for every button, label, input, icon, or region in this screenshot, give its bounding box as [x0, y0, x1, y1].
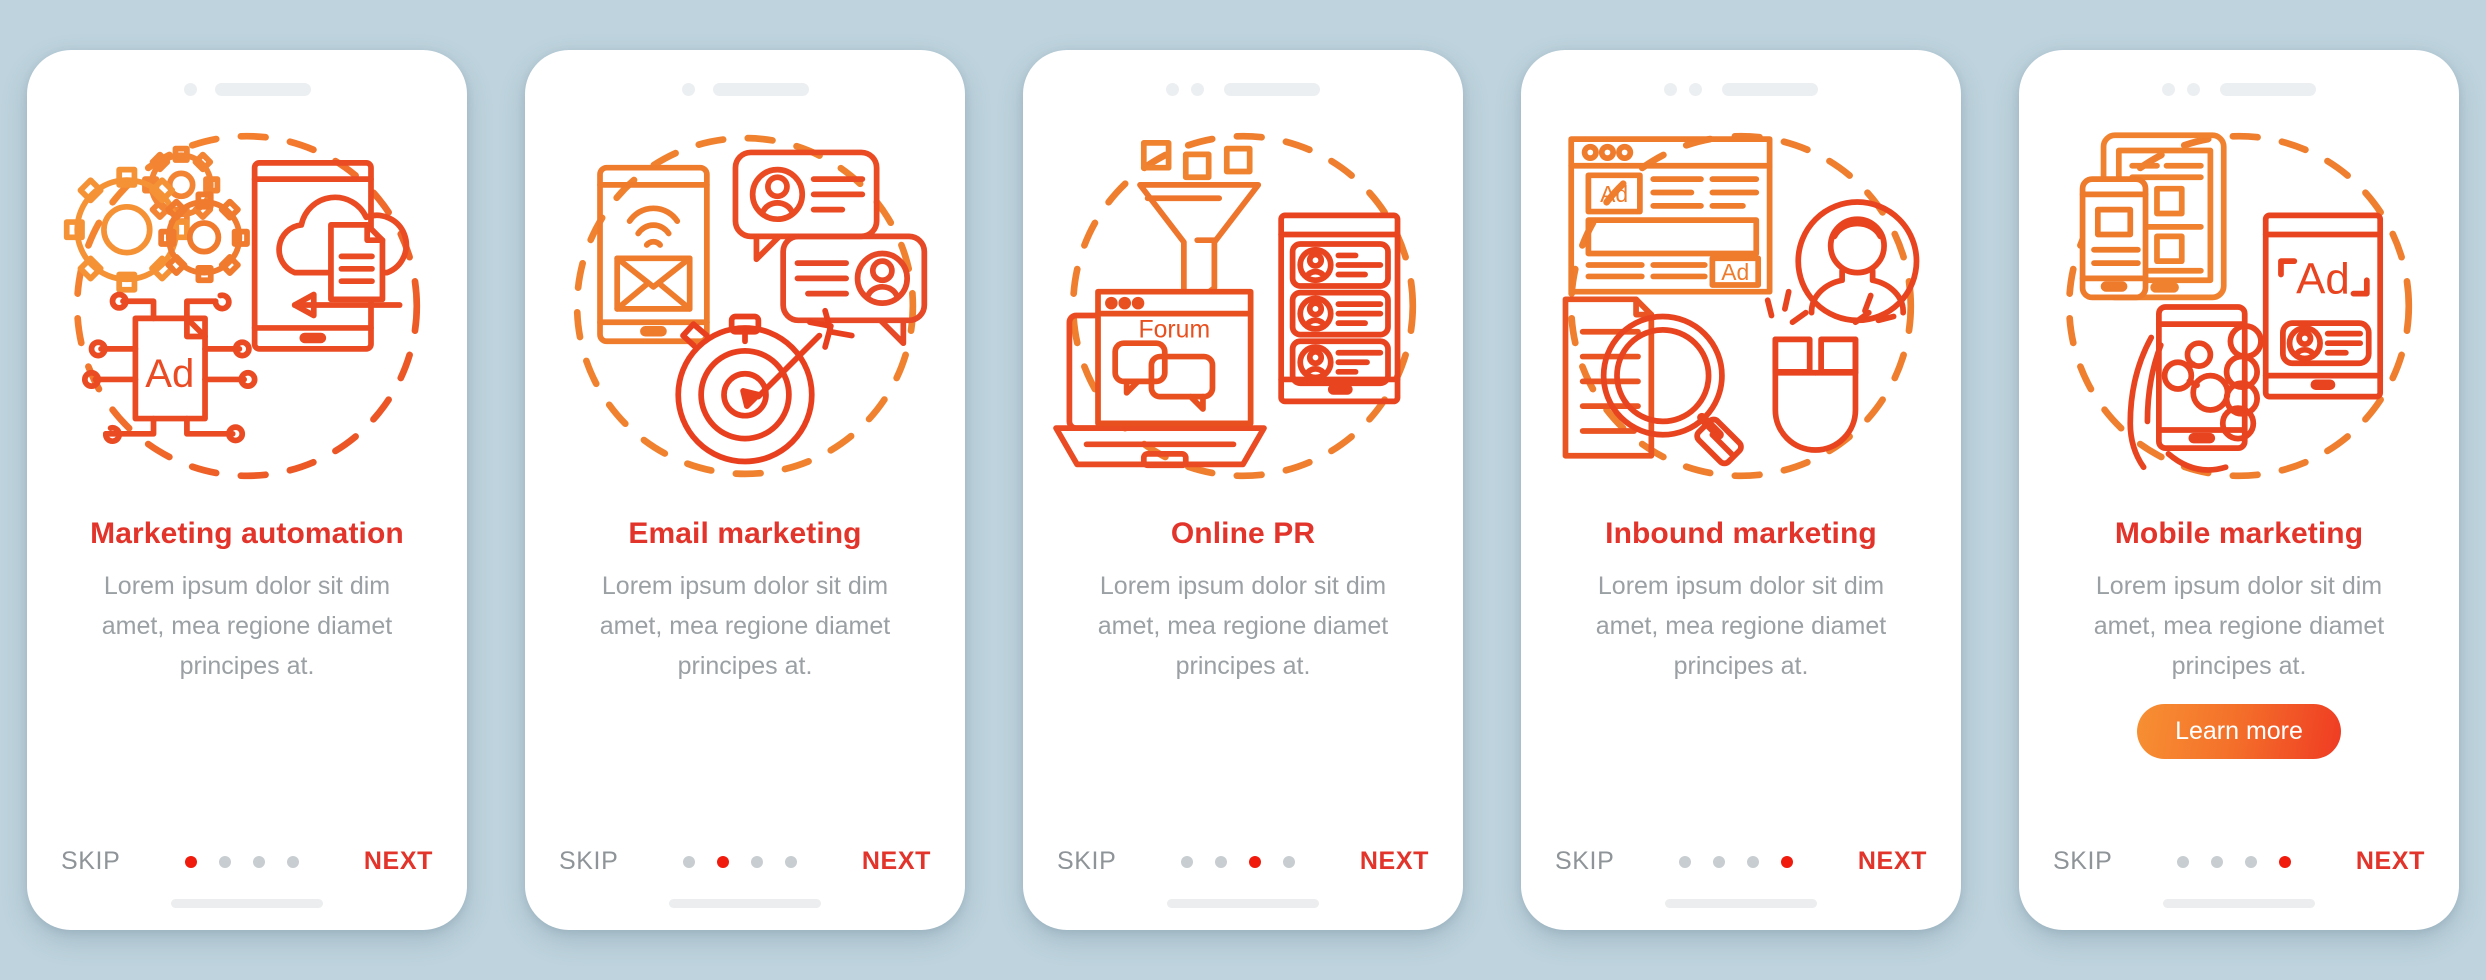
phone-notch	[1023, 50, 1463, 106]
pagination-dot[interactable]	[1181, 855, 1194, 868]
pagination-dot[interactable]	[2245, 855, 2258, 868]
speaker-bar	[712, 82, 809, 96]
onboarding-nav: SKIP NEXT	[27, 847, 467, 876]
speaker-bar	[214, 82, 311, 96]
pagination-dot[interactable]	[1747, 855, 1760, 868]
illustration-browser-ads-magnifier-magnet: Ad Ad	[1521, 106, 1961, 506]
svg-text:Ad: Ad	[1600, 181, 1628, 207]
speaker-bar	[2220, 82, 2316, 96]
camera-icon	[681, 82, 695, 96]
screen-texts: Online PR Lorem ipsum dolor sit dim amet…	[1023, 514, 1463, 686]
pagination-dot[interactable]	[1679, 855, 1692, 868]
pagination-dots	[2177, 855, 2292, 868]
page-title: Email marketing	[628, 517, 862, 550]
page-description: Lorem ipsum dolor sit dim amet, mea regi…	[1595, 571, 1887, 680]
onboarding-nav: SKIP NEXT	[2019, 847, 2459, 876]
pagination-dots	[683, 855, 798, 868]
skip-button[interactable]: SKIP	[1555, 847, 1614, 876]
phone-notch	[27, 50, 467, 106]
home-indicator	[1665, 899, 1817, 908]
sensor-icon	[1689, 82, 1702, 96]
skip-button[interactable]: SKIP	[61, 847, 120, 876]
page-description: Lorem ipsum dolor sit dim amet, mea regi…	[1097, 571, 1389, 680]
next-button[interactable]: NEXT	[862, 847, 931, 876]
speaker-bar	[1224, 82, 1320, 96]
pagination-dot[interactable]	[253, 855, 266, 868]
phone-notch	[2019, 50, 2459, 106]
page-title: Marketing automation	[90, 517, 404, 550]
onboarding-screen-mobile-marketing: Ad Mobile marketing Lorem ipsum dolor si…	[2019, 50, 2459, 930]
page-title: Inbound marketing	[1605, 517, 1877, 550]
illustration-tablet-phone-hand-ad-screen: Ad	[2019, 106, 2459, 506]
pagination-dot[interactable]	[185, 855, 198, 868]
pagination-dot[interactable]	[1249, 855, 1262, 868]
pagination-dots	[185, 855, 300, 868]
onboarding-screens-row: Ad Marketing automation Lorem ipsum dolo…	[0, 0, 2486, 980]
pagination-dot[interactable]	[1781, 855, 1794, 868]
pagination-dot[interactable]	[683, 855, 696, 868]
screen-texts: Mobile marketing Lorem ipsum dolor sit d…	[2019, 514, 2459, 759]
screen-texts: Marketing automation Lorem ipsum dolor s…	[27, 514, 467, 686]
skip-button[interactable]: SKIP	[1057, 847, 1116, 876]
phone-notch	[1521, 50, 1961, 106]
page-title: Mobile marketing	[2114, 517, 2364, 550]
illustration-phone-envelope-chat-target	[525, 106, 965, 506]
svg-text:Forum: Forum	[1138, 316, 1210, 343]
onboarding-nav: SKIP NEXT	[525, 847, 965, 876]
camera-icon	[2162, 82, 2175, 96]
page-description: Lorem ipsum dolor sit dim amet, mea regi…	[599, 571, 891, 680]
pagination-dot[interactable]	[1283, 855, 1296, 868]
speaker-bar	[1722, 82, 1818, 96]
onboarding-screen-marketing-automation: Ad Marketing automation Lorem ipsum dolo…	[27, 50, 467, 930]
screen-texts: Email marketing Lorem ipsum dolor sit di…	[525, 514, 965, 686]
illustration-funnel-laptop-forum-contacts: Forum	[1023, 106, 1463, 506]
pagination-dot[interactable]	[1215, 855, 1228, 868]
pagination-dot[interactable]	[717, 855, 730, 868]
page-title: Online PR	[1170, 517, 1316, 550]
page-description: Lorem ipsum dolor sit dim amet, mea regi…	[101, 571, 393, 680]
svg-text:Ad: Ad	[2296, 255, 2350, 304]
onboarding-nav: SKIP NEXT	[1023, 847, 1463, 876]
pagination-dot[interactable]	[2211, 855, 2224, 868]
pagination-dots	[1679, 855, 1794, 868]
next-button[interactable]: NEXT	[364, 847, 433, 876]
illustration-gears-cloud-phone-ad-chip: Ad	[27, 106, 467, 506]
onboarding-screen-inbound-marketing: Ad Ad Inbound marketing Lorem ipsum dolo…	[1521, 50, 1961, 930]
camera-icon	[183, 82, 197, 96]
pagination-dot[interactable]	[785, 855, 798, 868]
phone-notch	[525, 50, 965, 106]
home-indicator	[171, 899, 323, 908]
next-button[interactable]: NEXT	[2356, 847, 2425, 876]
svg-text:Ad: Ad	[1721, 259, 1749, 285]
onboarding-screen-email-marketing: Email marketing Lorem ipsum dolor sit di…	[525, 50, 965, 930]
next-button[interactable]: NEXT	[1858, 847, 1927, 876]
pagination-dots	[1181, 855, 1296, 868]
screen-texts: Inbound marketing Lorem ipsum dolor sit …	[1521, 514, 1961, 686]
home-indicator	[1167, 899, 1319, 908]
svg-text:Ad: Ad	[145, 352, 194, 396]
pagination-dot[interactable]	[1713, 855, 1726, 868]
camera-icon	[1166, 82, 1179, 96]
pagination-dot[interactable]	[2177, 855, 2190, 868]
onboarding-nav: SKIP NEXT	[1521, 847, 1961, 876]
pagination-dot[interactable]	[2279, 855, 2292, 868]
camera-icon	[1664, 82, 1677, 96]
pagination-dot[interactable]	[219, 855, 232, 868]
skip-button[interactable]: SKIP	[2053, 847, 2112, 876]
home-indicator	[2163, 899, 2315, 908]
pagination-dot[interactable]	[751, 855, 764, 868]
skip-button[interactable]: SKIP	[559, 847, 618, 876]
sensor-icon	[1191, 82, 1204, 96]
sensor-icon	[2187, 82, 2200, 96]
onboarding-screen-online-pr: Forum Online PR Lorem ipsum dolor sit di…	[1023, 50, 1463, 930]
next-button[interactable]: NEXT	[1360, 847, 1429, 876]
home-indicator	[669, 899, 821, 908]
learn-more-button[interactable]: Learn more	[2137, 703, 2341, 759]
page-description: Lorem ipsum dolor sit dim amet, mea regi…	[2093, 571, 2385, 680]
pagination-dot[interactable]	[287, 855, 300, 868]
